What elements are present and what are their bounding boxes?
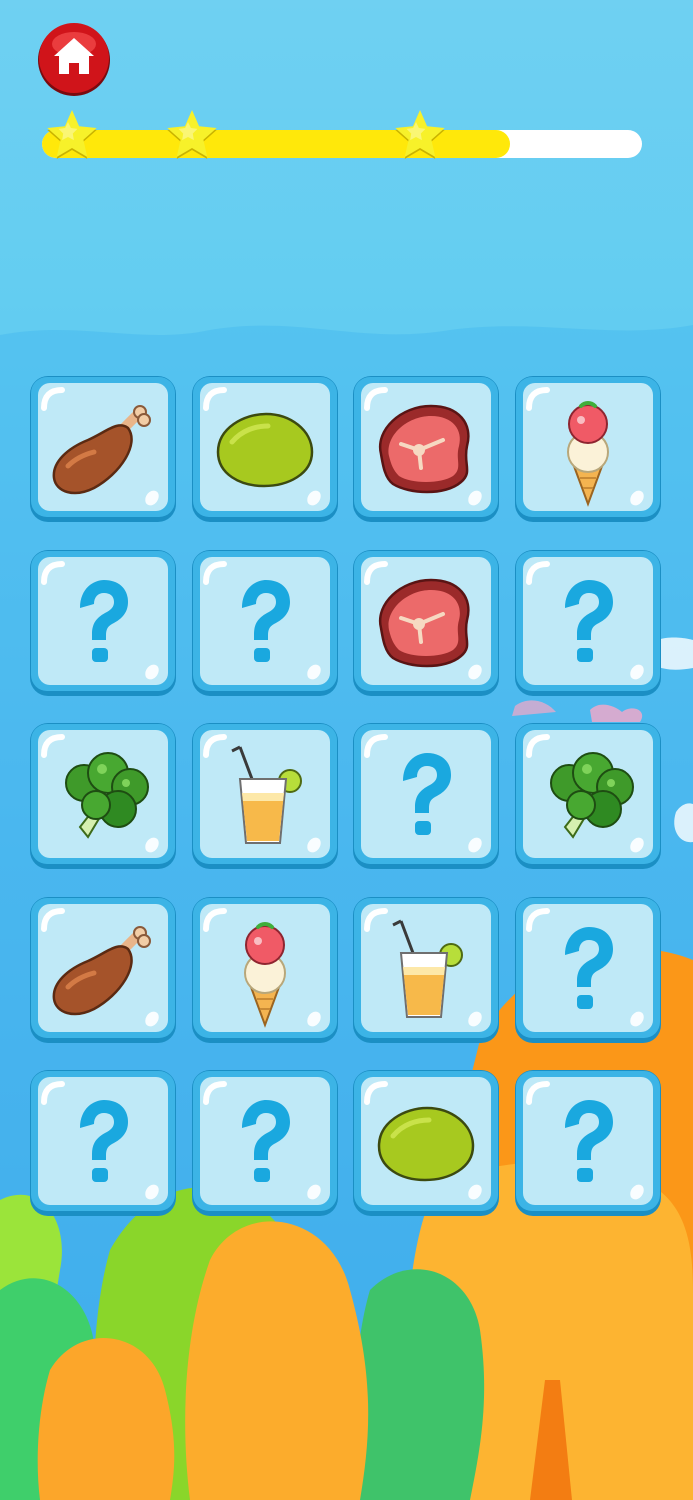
progress-bar <box>40 108 650 168</box>
steak-icon <box>379 578 470 667</box>
card-hidden[interactable] <box>513 1068 663 1218</box>
card-ice-cream[interactable] <box>513 374 663 524</box>
card-hidden[interactable] <box>28 548 178 698</box>
card-drumstick[interactable] <box>28 895 178 1045</box>
progress-star-icon <box>44 108 100 164</box>
card-grid <box>28 374 668 1224</box>
steak-icon <box>379 404 470 494</box>
card-hidden[interactable] <box>190 1068 340 1218</box>
card-ice-cream[interactable] <box>190 895 340 1045</box>
card-juice[interactable] <box>351 895 501 1045</box>
card-broccoli[interactable] <box>513 721 663 871</box>
lemon-icon <box>216 412 313 488</box>
card-lemon[interactable] <box>351 1068 501 1218</box>
card-steak[interactable] <box>351 374 501 524</box>
card-juice[interactable] <box>190 721 340 871</box>
lemon-icon <box>378 1106 475 1182</box>
card-hidden[interactable] <box>28 1068 178 1218</box>
card-hidden[interactable] <box>351 721 501 871</box>
card-drumstick[interactable] <box>28 374 178 524</box>
home-icon <box>38 23 110 96</box>
card-lemon[interactable] <box>190 374 340 524</box>
card-steak[interactable] <box>351 548 501 698</box>
background-green-tree <box>354 1269 485 1500</box>
card-hidden[interactable] <box>190 548 340 698</box>
progress-star-icon <box>392 108 448 164</box>
card-hidden[interactable] <box>513 548 663 698</box>
home-button[interactable] <box>36 20 112 100</box>
card-hidden[interactable] <box>513 895 663 1045</box>
card-broccoli[interactable] <box>28 721 178 871</box>
progress-star-icon <box>164 108 220 164</box>
